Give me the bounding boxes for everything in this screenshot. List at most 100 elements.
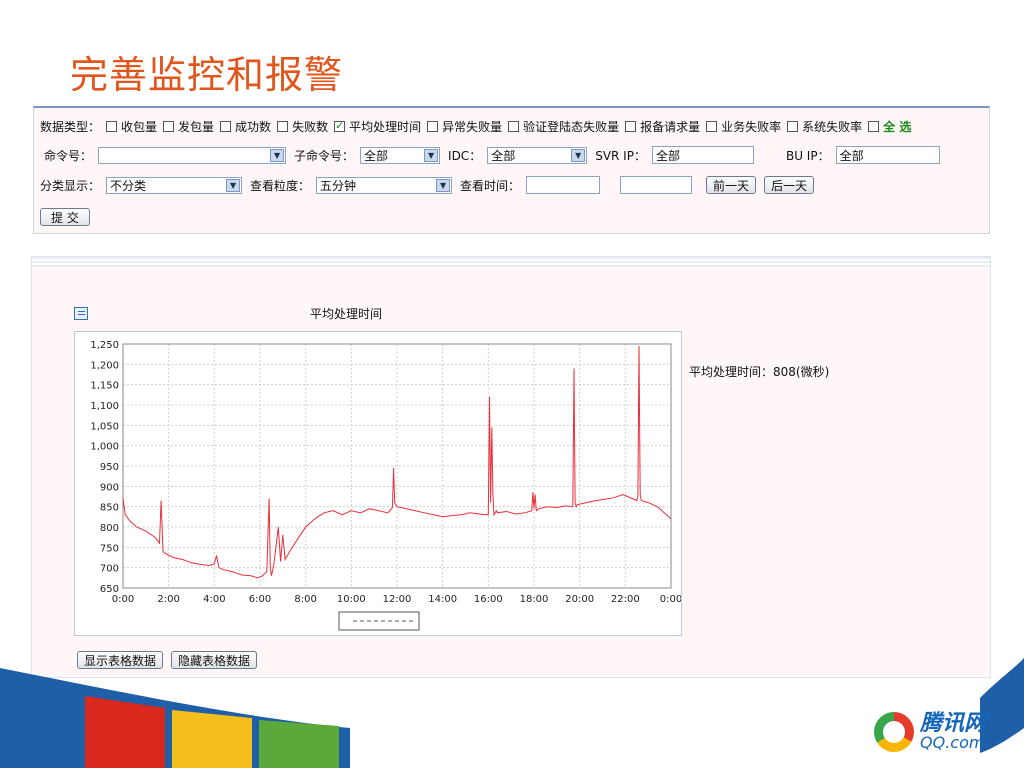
granularity-value: 五分钟 (320, 178, 357, 193)
y-tick-label: 1,000 (90, 442, 119, 453)
checkbox-label: 系统失败率 (802, 120, 863, 134)
view-time-end-input[interactable] (620, 176, 693, 194)
y-tick-label: 1,100 (90, 401, 119, 412)
granularity-select[interactable]: 五分钟 ▼ (316, 176, 453, 194)
x-tick-label: 2:00 (157, 594, 179, 605)
checkbox-label: 异常失败量 (442, 120, 503, 134)
checkbox-box[interactable] (163, 121, 175, 132)
chevron-down-icon[interactable]: ▼ (424, 148, 439, 162)
bu-ip-input[interactable]: 全部 (835, 146, 940, 164)
view-time-label: 查看时间： (460, 178, 521, 193)
footer-decoration (0, 658, 1024, 768)
checkbox-box[interactable] (787, 121, 799, 132)
checkbox-label: 业务失败率 (721, 120, 782, 134)
checkbox-report-requests[interactable]: 报备请求量 (625, 118, 700, 135)
checkbox-label: 发包量 (178, 120, 215, 134)
select-all-label[interactable]: 全 选 (883, 118, 911, 135)
x-tick-label: 0:00 (660, 594, 681, 605)
footer-yellow-block (172, 710, 252, 768)
chart-heading-text: 平均处理时间 (310, 307, 383, 321)
checkbox-box-checked[interactable] (334, 119, 346, 132)
x-tick-label: 12:00 (383, 594, 412, 605)
checkbox-select-all[interactable]: 全 选 (868, 118, 911, 135)
range-selector (338, 611, 420, 631)
chevron-down-icon[interactable]: ▼ (436, 178, 451, 192)
svr-ip-label: SVR IP： (595, 148, 646, 163)
checkbox-box[interactable] (508, 121, 520, 132)
checkbox-box[interactable] (427, 121, 439, 132)
y-tick-label: 950 (100, 462, 119, 473)
checkbox-fail-count[interactable]: 失败数 (277, 118, 328, 135)
checkbox-label: 失败数 (292, 120, 329, 134)
footer-red-block (85, 696, 165, 768)
x-tick-label: 16:00 (474, 594, 503, 605)
filter-panel: 数据类型： 收包量 发包量 成功数 失败数 平均处理时间 异常失败量 验证登陆态… (33, 106, 990, 234)
next-day-button[interactable]: 后一天 (764, 176, 815, 194)
idc-select[interactable]: 全部 ▼ (487, 146, 588, 164)
data-type-row: 数据类型： 收包量 发包量 成功数 失败数 平均处理时间 异常失败量 验证登陆态… (40, 118, 917, 135)
granularity-label: 查看粒度： (250, 178, 311, 193)
command-row: 命令号： ▼ 子命令号： 全部 ▼ IDC： 全部 ▼ SVR IP： 全部 BU … (44, 146, 948, 164)
checkbox-business-fail-rate[interactable]: 业务失败率 (706, 118, 781, 135)
checkbox-box[interactable] (220, 121, 232, 132)
chevron-down-icon[interactable]: ▼ (226, 178, 241, 192)
display-row: 分类显示： 不分类 ▼ 查看粒度： 五分钟 ▼ 查看时间： 前一天 后一天 (40, 176, 822, 194)
y-tick-label: 1,150 (90, 381, 119, 392)
checkbox-box[interactable] (625, 121, 637, 132)
chart-heading: 平均处理时间 (74, 305, 382, 322)
qq-penguin-icon (874, 712, 914, 752)
checkbox-send-count[interactable]: 发包量 (163, 118, 214, 135)
y-tick-label: 750 (100, 543, 119, 554)
chevron-down-icon[interactable]: ▼ (571, 148, 586, 162)
chart-panel-header (32, 257, 990, 267)
footer-green-block (259, 720, 339, 768)
y-tick-label: 800 (100, 523, 119, 534)
view-time-start-input[interactable] (526, 176, 601, 194)
checkbox-box[interactable] (106, 121, 118, 132)
category-value: 不分类 (110, 178, 147, 193)
subcommand-value: 全部 (364, 148, 389, 163)
line-chart: 6507007508008509009501,0001,0501,1001,15… (90, 340, 682, 631)
bu-ip-label: BU IP： (785, 148, 830, 163)
checkbox-label: 验证登陆态失败量 (523, 120, 620, 134)
idc-value: 全部 (491, 148, 516, 163)
prev-day-button[interactable]: 前一天 (706, 176, 757, 194)
x-tick-label: 10:00 (337, 594, 366, 605)
x-tick-label: 18:00 (520, 594, 549, 605)
checkbox-login-verify-fail[interactable]: 验证登陆态失败量 (508, 118, 619, 135)
y-tick-label: 1,250 (90, 340, 119, 351)
chart-frame: 650 700 750 800 850 900 950 1,000 1,050 1,100 1,15… (74, 331, 682, 636)
slide-title: 完善监控和报警 (70, 53, 344, 97)
category-label: 分类显示： (40, 178, 101, 193)
x-tick-label: 22:00 (611, 594, 640, 605)
x-tick-label: 14:00 (428, 594, 457, 605)
svr-ip-input[interactable]: 全部 (651, 146, 754, 164)
command-select[interactable]: ▼ (98, 146, 287, 164)
checkbox-box[interactable] (277, 121, 289, 132)
x-tick-label: 20:00 (565, 594, 594, 605)
category-select[interactable]: 不分类 ▼ (106, 176, 243, 194)
y-tick-label: 1,200 (90, 360, 119, 371)
checkbox-avg-time[interactable]: 平均处理时间 (334, 118, 421, 135)
checkbox-label: 平均处理时间 (349, 120, 422, 134)
checkbox-success-count[interactable]: 成功数 (220, 118, 271, 135)
chevron-down-icon[interactable]: ▼ (270, 148, 285, 162)
checkbox-label: 报备请求量 (640, 120, 701, 134)
x-tick-label: 8:00 (294, 594, 316, 605)
submit-button[interactable]: 提 交 (40, 208, 90, 226)
checkbox-recv-count[interactable]: 收包量 (106, 118, 157, 135)
x-tick-label: 6:00 (249, 594, 271, 605)
x-tick-label: 4:00 (203, 594, 225, 605)
y-tick-label: 900 (100, 482, 119, 493)
checkbox-abnormal-fail[interactable]: 异常失败量 (427, 118, 502, 135)
logo-wordmark-cn: 腾讯网 (920, 711, 987, 736)
checkbox-system-fail-rate[interactable]: 系统失败率 (787, 118, 862, 135)
y-tick-label: 850 (100, 503, 119, 514)
avg-time-stat: 平均处理时间：808(微秒) (689, 365, 830, 379)
checkbox-box[interactable] (706, 121, 718, 132)
command-label: 命令号： (44, 148, 93, 163)
idc-label: IDC： (448, 148, 482, 163)
subcommand-select[interactable]: 全部 ▼ (360, 146, 441, 164)
logo-wordmark: 腾讯网 QQ.com (920, 713, 986, 751)
checkbox-box[interactable] (868, 121, 880, 132)
